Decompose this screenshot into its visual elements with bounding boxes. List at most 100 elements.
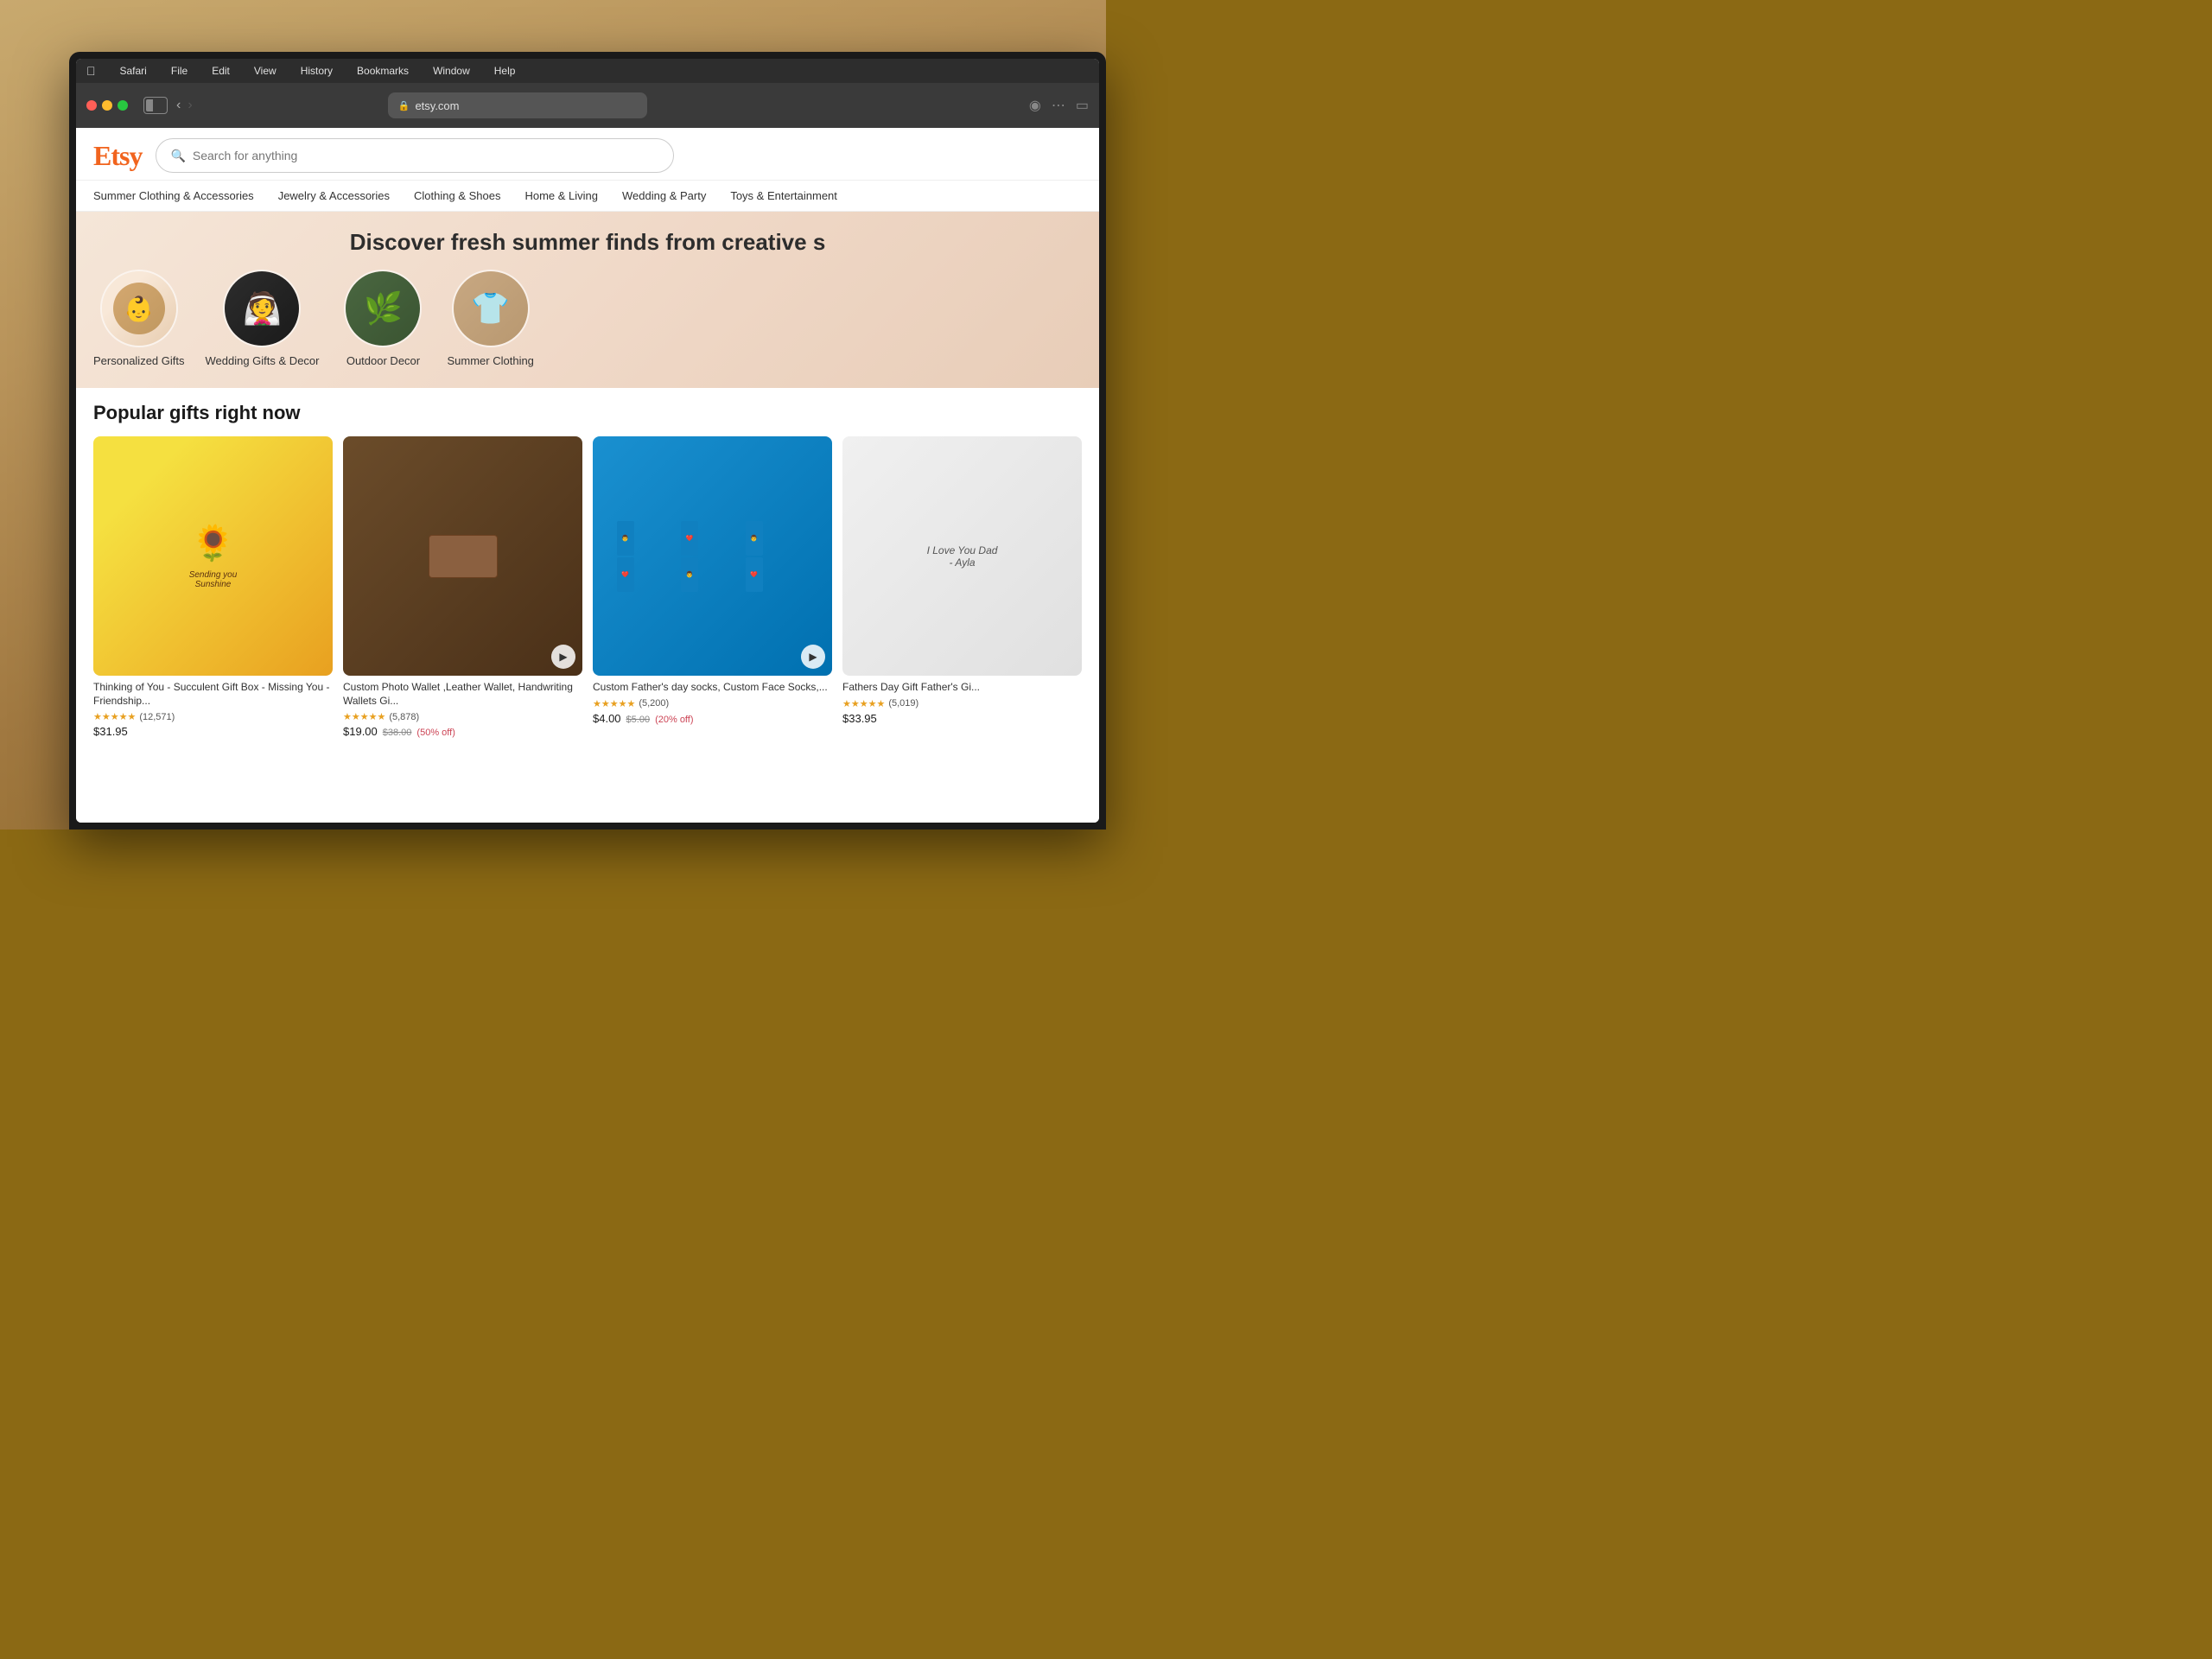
category-label-outdoor: Outdoor Decor <box>346 354 420 367</box>
sidebar-right-panel-icon <box>155 99 165 111</box>
play-button-1[interactable]: ▶ <box>551 645 575 669</box>
categories-row: 👶 Personalized Gifts 👰 Weddin <box>93 270 1082 374</box>
scene:  Safari File Edit View History Bookmark… <box>0 0 1106 830</box>
share-icon[interactable]: ⋯ <box>1052 97 1065 114</box>
product-image-0: 🌻 Sending youSunshine <box>93 436 333 676</box>
products-section: Popular gifts right now 🌻 Sending youSun… <box>76 388 1099 752</box>
product-card-0[interactable]: 🌻 Sending youSunshine Thinking of You - … <box>93 436 333 738</box>
product-rating-1: ★★★★★ (5,878) <box>343 711 582 722</box>
product-visual-socks: 👨 ❤️ 👨 ❤️ 👨 ❤️ <box>593 436 832 676</box>
menubar-window[interactable]: Window <box>429 63 474 79</box>
nav-clothing-shoes[interactable]: Clothing & Shoes <box>414 188 500 204</box>
sidebar-toggle-button[interactable] <box>143 97 168 114</box>
menubar-edit[interactable]: Edit <box>208 63 233 79</box>
nav-summer-clothing[interactable]: Summer Clothing & Accessories <box>93 188 254 204</box>
product-card-2[interactable]: 👨 ❤️ 👨 ❤️ 👨 ❤️ ▶ <box>593 436 832 738</box>
apple-logo-icon:  <box>86 64 96 78</box>
rating-count-0: (12,571) <box>139 712 175 722</box>
screen:  Safari File Edit View History Bookmark… <box>76 59 1099 823</box>
back-arrow-button[interactable]: ‹ <box>176 98 181 113</box>
close-button[interactable] <box>86 100 97 111</box>
product-image-2: 👨 ❤️ 👨 ❤️ 👨 ❤️ ▶ <box>593 436 832 676</box>
price-discount-1: (50% off) <box>416 728 454 738</box>
product-image-1: ▶ <box>343 436 582 676</box>
menubar-bookmarks[interactable]: Bookmarks <box>353 63 412 79</box>
menubar-safari[interactable]: Safari <box>117 63 150 79</box>
sock-6: ❤️ <box>746 557 763 592</box>
price-current-1: $19.00 <box>343 725 378 738</box>
nav-wedding-party[interactable]: Wedding & Party <box>622 188 706 204</box>
wallet-icon <box>429 535 498 578</box>
personalized-image: 👶 <box>102 271 176 346</box>
nav-jewelry[interactable]: Jewelry & Accessories <box>278 188 390 204</box>
sock-4: ❤️ <box>617 557 634 592</box>
product-image-3: I Love You Dad- Ayla <box>842 436 1082 676</box>
url-text: etsy.com <box>415 99 459 112</box>
rating-count-3: (5,019) <box>888 698 918 709</box>
category-outdoor-decor[interactable]: 🌿 Outdoor Decor <box>340 270 426 367</box>
product-title-2: Custom Father's day socks, Custom Face S… <box>593 681 832 695</box>
rating-count-2: (5,200) <box>639 698 669 709</box>
category-label-wedding: Wedding Gifts & Decor <box>206 354 320 367</box>
category-circle-wedding: 👰 <box>223 270 301 347</box>
summer-image: 👕 <box>454 271 528 346</box>
popular-gifts-title: Popular gifts right now <box>93 402 1082 424</box>
menubar-history[interactable]: History <box>297 63 336 79</box>
reader-view-icon[interactable]: ▭ <box>1076 97 1089 114</box>
socks-grid-visual: 👨 ❤️ 👨 ❤️ 👨 ❤️ <box>617 521 809 592</box>
stars-3: ★★★★★ <box>842 698 885 709</box>
price-row-1: $19.00 $38.00 (50% off) <box>343 725 582 738</box>
search-icon: 🔍 <box>170 149 185 163</box>
macos-menubar:  Safari File Edit View History Bookmark… <box>76 59 1099 83</box>
toolbar-actions: ◉ ⋯ ▭ <box>1029 97 1089 114</box>
sunflower-icon: 🌻 <box>192 523 235 563</box>
product-title-1: Custom Photo Wallet ,Leather Wallet, Han… <box>343 681 582 708</box>
fullscreen-button[interactable] <box>118 100 128 111</box>
address-bar[interactable]: 🔒 etsy.com <box>388 92 647 118</box>
product-card-1[interactable]: ▶ Custom Photo Wallet ,Leather Wallet, H… <box>343 436 582 738</box>
etsy-page: Etsy 🔍 Summer Clothing & Accessories Jew… <box>76 128 1099 823</box>
search-input[interactable] <box>193 149 660 162</box>
shield-icon[interactable]: ◉ <box>1029 97 1041 114</box>
product-title-3: Fathers Day Gift Father's Gi... <box>842 681 1082 695</box>
category-label-personalized: Personalized Gifts <box>93 354 185 367</box>
sock-3: 👨 <box>746 521 763 556</box>
category-summer-clothing[interactable]: 👕 Summer Clothing <box>447 270 533 367</box>
category-wedding-gifts[interactable]: 👰 Wedding Gifts & Decor <box>206 270 320 367</box>
play-button-2[interactable]: ▶ <box>801 645 825 669</box>
price-original-1: $38.00 <box>383 728 412 738</box>
category-personalized-gifts[interactable]: 👶 Personalized Gifts <box>93 270 185 367</box>
laptop-frame:  Safari File Edit View History Bookmark… <box>69 52 1106 830</box>
etsy-logo[interactable]: Etsy <box>93 140 142 172</box>
menubar-file[interactable]: File <box>168 63 191 79</box>
product-rating-2: ★★★★★ (5,200) <box>593 698 832 709</box>
hero-title: Discover fresh summer finds from creativ… <box>93 229 1082 256</box>
product-rating-3: ★★★★★ (5,019) <box>842 698 1082 709</box>
outdoor-image: 🌿 <box>346 271 420 346</box>
search-bar[interactable]: 🔍 <box>156 138 674 173</box>
personalized-icon: 👶 <box>113 283 165 334</box>
price-original-2: $5.00 <box>626 715 651 725</box>
nav-toys[interactable]: Toys & Entertainment <box>730 188 837 204</box>
category-circle-summer: 👕 <box>452 270 530 347</box>
minimize-button[interactable] <box>102 100 112 111</box>
product-visual-dads: I Love You Dad- Ayla <box>842 436 1082 676</box>
hero-banner: Discover fresh summer finds from creativ… <box>76 212 1099 388</box>
safari-toolbar: ‹ › 🔒 etsy.com ◉ ⋯ ▭ <box>76 83 1099 128</box>
product-card-3[interactable]: I Love You Dad- Ayla Fathers Day Gift Fa… <box>842 436 1082 738</box>
forward-arrow-button[interactable]: › <box>188 98 192 113</box>
category-circle-outdoor: 🌿 <box>344 270 422 347</box>
product-title-0: Thinking of You - Succulent Gift Box - M… <box>93 681 333 708</box>
menubar-help[interactable]: Help <box>491 63 519 79</box>
traffic-lights <box>86 100 128 111</box>
etsy-header: Etsy 🔍 <box>76 128 1099 181</box>
sock-1: 👨 <box>617 521 634 556</box>
nav-home-living[interactable]: Home & Living <box>524 188 598 204</box>
category-circle-personalized: 👶 <box>100 270 178 347</box>
rating-count-1: (5,878) <box>389 712 419 722</box>
stars-1: ★★★★★ <box>343 711 385 722</box>
menubar-view[interactable]: View <box>251 63 280 79</box>
price-current-2: $4.00 <box>593 712 621 725</box>
product-rating-0: ★★★★★ (12,571) <box>93 711 333 722</box>
price-row-3: $33.95 <box>842 712 1082 725</box>
